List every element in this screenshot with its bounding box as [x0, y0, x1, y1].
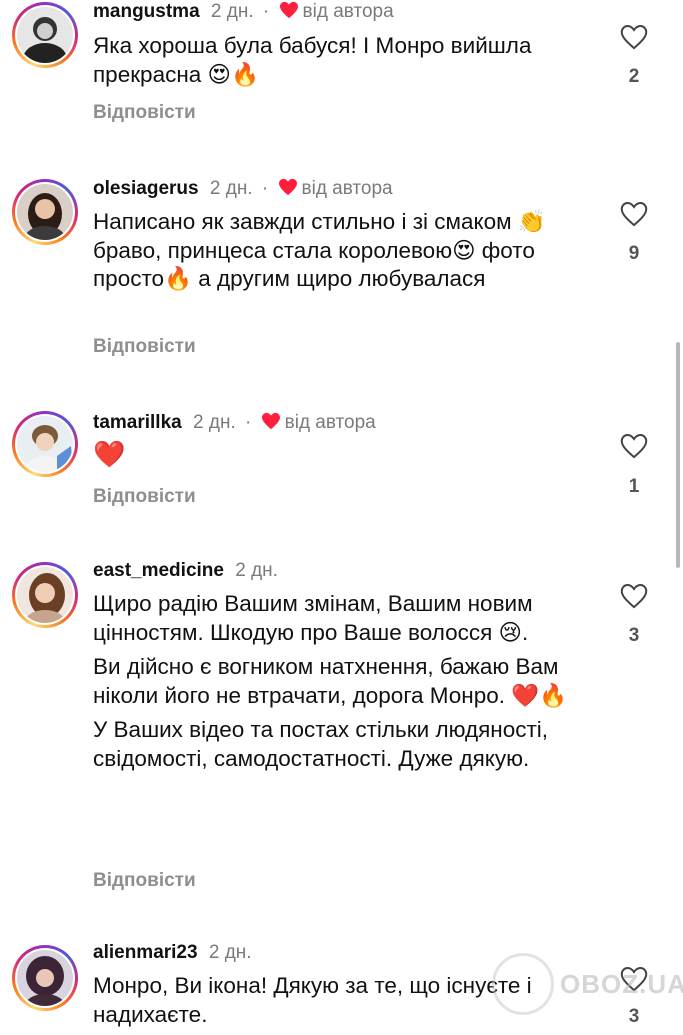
separator-dot: ·	[262, 1, 270, 22]
comment-text: Написано як завжди стильно і зі смаком 👏…	[93, 208, 593, 300]
avatar[interactable]	[12, 411, 78, 477]
timestamp: 2 дн.	[209, 178, 253, 199]
author-liked-heart-icon	[278, 178, 297, 196]
comment-text: ❤️	[93, 440, 593, 475]
comment-meta: mangustma 2 дн. · від автора	[93, 0, 394, 24]
comment-paragraph: Щиро радію Вашим змінам, Вашим новим цін…	[93, 591, 533, 645]
comment-paragraph: Написано як завжди стильно і зі смаком 👏…	[93, 209, 546, 291]
comment-paragraph: ❤️	[93, 439, 126, 469]
like-heart-icon[interactable]	[620, 433, 648, 459]
like-heart-icon[interactable]	[620, 583, 648, 609]
avatar[interactable]	[12, 945, 78, 1011]
username[interactable]: east_medicine	[93, 560, 224, 581]
comment-meta: east_medicine 2 дн.	[93, 559, 278, 583]
liked-by-author-label: від автора	[301, 178, 393, 199]
comment-text: Яка хороша була бабуся! І Монро вийшла п…	[93, 32, 593, 95]
timestamp: 2 дн.	[193, 412, 236, 433]
timestamp: 2 дн.	[210, 1, 254, 22]
reply-button[interactable]: Відповісти	[93, 336, 196, 358]
watermark: OBOZ.UA	[492, 953, 683, 1015]
reply-button[interactable]: Відповісти	[93, 486, 196, 508]
author-liked-heart-icon	[261, 412, 280, 430]
author-liked-heart-icon	[279, 1, 298, 19]
watermark-logo	[492, 953, 554, 1015]
timestamp: 2 дн.	[208, 942, 252, 963]
like-count: 3	[628, 625, 640, 646]
like-count: 9	[628, 243, 640, 264]
comment-paragraph: Яка хороша була бабуся! І Монро вийшла п…	[93, 33, 532, 87]
avatar[interactable]	[12, 179, 78, 245]
username[interactable]: alienmari23	[93, 942, 198, 963]
username[interactable]: mangustma	[93, 1, 200, 22]
watermark-text: OBOZ.UA	[560, 968, 683, 999]
like-count: 2	[628, 66, 640, 87]
timestamp: 2 дн.	[235, 560, 278, 581]
like-heart-icon[interactable]	[620, 24, 648, 50]
separator-dot: ·	[245, 412, 252, 433]
username[interactable]: tamarillka	[93, 412, 182, 433]
liked-by-author-label: від автора	[284, 412, 376, 433]
reply-button[interactable]: Відповісти	[93, 102, 196, 124]
comment-text: Щиро радію Вашим змінам, Вашим новим цін…	[93, 590, 593, 779]
comment-paragraph: У Ваших відео та постах стільки людяност…	[93, 717, 549, 771]
comment-meta: olesiagerus 2 дн. · від автора	[93, 177, 393, 201]
comment-meta: tamarillka 2 дн. · від автора	[93, 411, 376, 435]
like-count: 1	[628, 476, 640, 497]
separator-dot: ·	[261, 178, 269, 199]
reply-button[interactable]: Відповісти	[93, 870, 196, 892]
comment-meta: alienmari23 2 дн.	[93, 941, 252, 965]
scrollbar[interactable]	[676, 342, 680, 568]
comment-paragraph: Ви дійсно є вогником натхнення, бажаю Ва…	[93, 654, 568, 708]
avatar[interactable]	[12, 562, 78, 628]
username[interactable]: olesiagerus	[93, 178, 199, 199]
avatar[interactable]	[12, 2, 78, 68]
like-heart-icon[interactable]	[620, 201, 648, 227]
liked-by-author-label: від автора	[302, 1, 394, 22]
